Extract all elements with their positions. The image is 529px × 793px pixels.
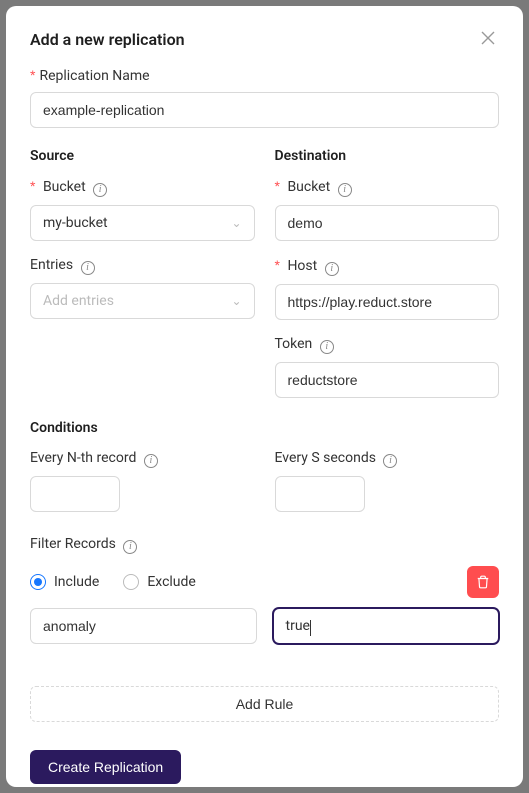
chevron-down-icon: ⌄	[231, 216, 241, 230]
radio-dot-unchecked	[123, 574, 139, 590]
dest-bucket-label: Bucket i	[275, 178, 500, 197]
dest-bucket-label-text: Bucket	[287, 179, 330, 195]
dest-host-label-text: Host	[287, 258, 317, 274]
filter-rule: Include Exclude true	[30, 566, 499, 644]
source-bucket-value: my-bucket	[43, 215, 108, 231]
nth-group: Every N-th record i	[30, 450, 255, 512]
source-bucket-group: Bucket i my-bucket ⌄	[30, 178, 255, 241]
info-icon[interactable]: i	[338, 183, 352, 197]
sec-label-text: Every S seconds	[275, 450, 376, 466]
info-icon[interactable]: i	[325, 262, 339, 276]
conditions-title: Conditions	[30, 420, 499, 436]
source-bucket-label: Bucket i	[30, 178, 255, 197]
modal-header: Add a new replication	[30, 30, 499, 49]
replication-name-input[interactable]	[30, 92, 499, 128]
entries-label: Entries i	[30, 257, 255, 275]
info-icon[interactable]: i	[93, 183, 107, 197]
source-column: Source Bucket i my-bucket ⌄ Entries i Ad…	[30, 148, 255, 414]
add-replication-modal: Add a new replication Replication Name S…	[6, 6, 523, 787]
entries-select[interactable]: Add entries ⌄	[30, 283, 255, 319]
entries-placeholder: Add entries	[43, 293, 114, 309]
source-destination-row: Source Bucket i my-bucket ⌄ Entries i Ad…	[30, 148, 499, 414]
source-bucket-label-text: Bucket	[43, 179, 86, 195]
radio-dot-checked	[30, 574, 46, 590]
include-exclude-group: Include Exclude	[30, 574, 196, 590]
replication-name-label: Replication Name	[30, 67, 499, 84]
entries-group: Entries i Add entries ⌄	[30, 257, 255, 319]
conditions-row: Every N-th record i Every S seconds i	[30, 450, 499, 512]
close-icon	[481, 31, 495, 45]
close-button[interactable]	[477, 30, 499, 48]
delete-rule-button[interactable]	[467, 566, 499, 598]
filter-title: Filter Records i	[30, 536, 499, 554]
dest-bucket-input[interactable]	[275, 205, 500, 241]
filter-title-text: Filter Records	[30, 536, 116, 552]
destination-title: Destination	[275, 148, 500, 164]
include-label: Include	[54, 574, 99, 590]
filter-kv-row: true	[30, 608, 499, 644]
sec-group: Every S seconds i	[275, 450, 500, 512]
info-icon[interactable]: i	[123, 540, 137, 554]
dest-token-label: Token i	[275, 336, 500, 354]
source-title: Source	[30, 148, 255, 164]
create-replication-button[interactable]: Create Replication	[30, 750, 181, 784]
exclude-label: Exclude	[147, 574, 196, 590]
info-icon[interactable]: i	[144, 454, 158, 468]
dest-token-input[interactable]	[275, 362, 500, 398]
filter-section: Filter Records i Include Exclude	[30, 536, 499, 722]
nth-input[interactable]	[30, 476, 120, 512]
destination-column: Destination Bucket i Host i Token i	[275, 148, 500, 414]
radio-exclude[interactable]: Exclude	[123, 574, 196, 590]
filter-value-text: true	[286, 618, 310, 634]
dest-host-input[interactable]	[275, 284, 500, 320]
filter-rule-header: Include Exclude	[30, 566, 499, 598]
dest-host-label: Host i	[275, 257, 500, 276]
sec-label: Every S seconds i	[275, 450, 500, 468]
add-rule-button[interactable]: Add Rule	[30, 686, 499, 722]
nth-label: Every N-th record i	[30, 450, 255, 468]
entries-label-text: Entries	[30, 257, 73, 273]
replication-name-group: Replication Name	[30, 67, 499, 128]
dest-token-label-text: Token	[275, 336, 313, 352]
trash-icon	[476, 575, 490, 589]
info-icon[interactable]: i	[81, 261, 95, 275]
dest-host-group: Host i	[275, 257, 500, 320]
dest-bucket-group: Bucket i	[275, 178, 500, 241]
dest-token-group: Token i	[275, 336, 500, 398]
source-bucket-select[interactable]: my-bucket ⌄	[30, 205, 255, 241]
filter-value-input[interactable]: true	[273, 608, 500, 644]
info-icon[interactable]: i	[383, 454, 397, 468]
nth-label-text: Every N-th record	[30, 450, 136, 466]
info-icon[interactable]: i	[320, 340, 334, 354]
modal-title: Add a new replication	[30, 30, 185, 49]
filter-key-input[interactable]	[30, 608, 257, 644]
sec-input[interactable]	[275, 476, 365, 512]
chevron-down-icon: ⌄	[231, 294, 241, 308]
radio-include[interactable]: Include	[30, 574, 99, 590]
